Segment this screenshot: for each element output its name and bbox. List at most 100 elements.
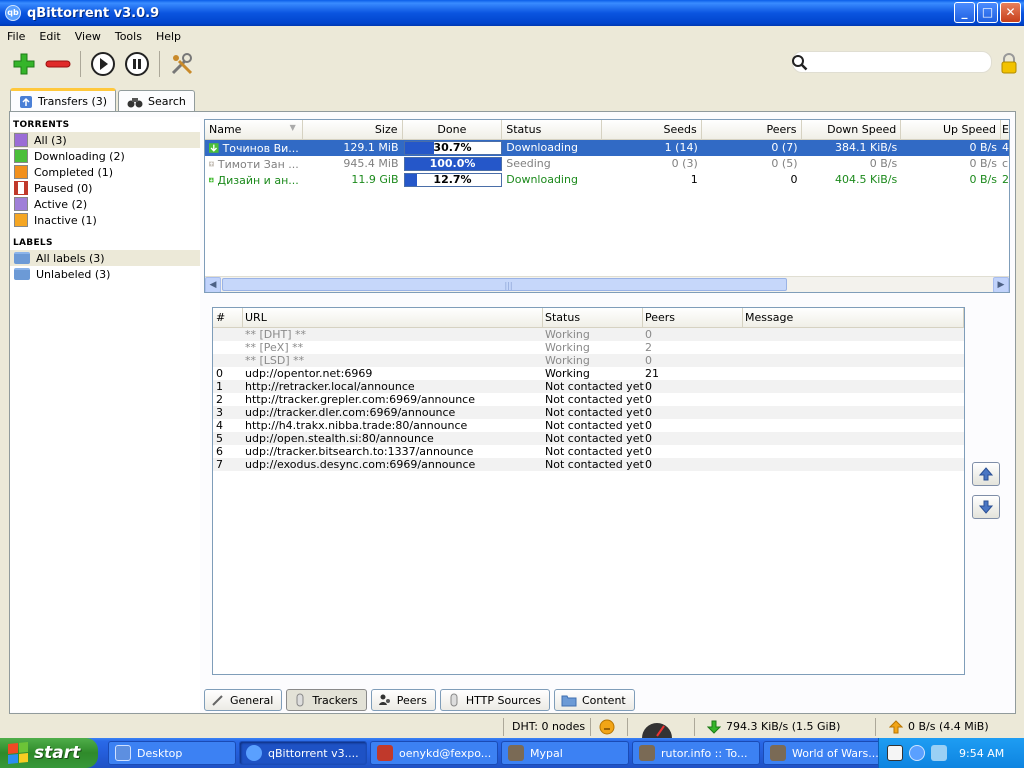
col-tracker-num[interactable]: # <box>213 308 243 327</box>
add-torrent-button[interactable] <box>10 50 38 78</box>
tracker-row[interactable]: 5 udp://open.stealth.si:80/announce Not co… <box>213 432 964 445</box>
torrent-size: 945.4 MiB <box>343 157 399 170</box>
col-tracker-message[interactable]: Message <box>743 308 964 327</box>
filter-active[interactable]: Active (2) <box>10 196 200 212</box>
filter-inactive[interactable]: Inactive (1) <box>10 212 200 228</box>
torrent-row[interactable]: Дизайн и ан... 11.9 GiB 12.7% Downloadin… <box>205 172 1009 188</box>
col-size[interactable]: Size <box>303 120 403 139</box>
tracker-num <box>213 341 243 354</box>
qbittorrent-tray-icon[interactable] <box>909 745 925 761</box>
tracker-row[interactable]: 4 http://h4.trakx.nibba.trade:80/announce… <box>213 419 964 432</box>
taskbar-item-qbittorrent[interactable]: qBittorrent v3.... <box>239 741 367 765</box>
clock[interactable]: 9:54 AM <box>959 747 1004 760</box>
qbittorrent-icon <box>246 745 262 761</box>
lock-icon[interactable] <box>1000 52 1018 74</box>
tracker-status: Not contacted yet <box>545 393 644 406</box>
tracker-row[interactable]: 2 http://tracker.grepler.com:6969/announc… <box>213 393 964 406</box>
tracker-status: Not contacted yet <box>545 380 644 393</box>
tracker-row[interactable]: 1 http://retracker.local/announce Not cont… <box>213 380 964 393</box>
keyboard-icon[interactable] <box>887 745 903 761</box>
menu-edit[interactable]: Edit <box>32 30 67 43</box>
scroll-left-button[interactable]: ◀ <box>205 277 221 292</box>
torrent-list-header: Name ▼ Size Done Status Seeds Peers Down … <box>205 120 1009 140</box>
taskbar-item-desktop[interactable]: Desktop <box>108 741 236 765</box>
tab-content[interactable]: Content <box>553 689 635 711</box>
tracker-url: udp://tracker.bitsearch.to:1337/announce <box>245 445 474 458</box>
pause-button[interactable] <box>123 50 151 78</box>
tracker-message <box>743 393 964 406</box>
tracker-row[interactable]: ** [LSD] ** Working 0 <box>213 354 964 367</box>
taskbar-item-filezilla[interactable]: oenykd@fexpo... <box>370 741 498 765</box>
tab-transfers[interactable]: Transfers (3) <box>10 88 117 112</box>
torrent-seeds: 1 <box>690 173 698 186</box>
connection-status-icon[interactable] <box>599 719 615 735</box>
tab-search[interactable]: Search <box>118 90 195 112</box>
col-eta[interactable]: E <box>1001 120 1009 139</box>
col-tracker-url[interactable]: URL <box>243 308 543 327</box>
torrent-peers: 0 (5) <box>771 157 798 170</box>
col-status[interactable]: Status <box>502 120 602 139</box>
tab-search-label: Search <box>148 95 186 108</box>
inactive-icon <box>14 213 28 227</box>
move-tracker-down-button[interactable] <box>972 495 1000 519</box>
filter-completed[interactable]: Completed (1) <box>10 164 200 180</box>
tracker-row[interactable]: 3 udp://tracker.dler.com:6969/announce Not… <box>213 406 964 419</box>
start-button[interactable]: start <box>0 738 98 768</box>
scrollbar-thumb[interactable]: ||| <box>222 278 787 291</box>
taskbar-item-world-of-wars[interactable]: World of Wars... <box>763 741 891 765</box>
options-button[interactable] <box>168 50 196 78</box>
maximize-button[interactable]: □ <box>977 2 998 23</box>
seeding-status-icon <box>209 161 214 167</box>
close-button[interactable]: ✕ <box>1000 2 1021 23</box>
tab-general[interactable]: General <box>204 689 283 711</box>
col-up-speed[interactable]: Up Speed <box>901 120 1001 139</box>
tab-trackers[interactable]: Trackers <box>286 689 367 711</box>
torrent-row[interactable]: Точинов Ви... 129.1 MiB 30.7% Downloadin… <box>205 140 1009 156</box>
mypal-icon <box>508 745 524 761</box>
tracker-row[interactable]: 7 udp://exodus.desync.com:6969/announce No… <box>213 458 964 471</box>
toolbar-separator <box>80 51 81 77</box>
horizontal-scrollbar[interactable]: ◀ ||| ▶ <box>205 276 1009 292</box>
tracker-status: Working <box>545 354 590 367</box>
label-unlabeled[interactable]: Unlabeled (3) <box>10 266 200 282</box>
toolbar-separator <box>159 51 160 77</box>
menu-tools[interactable]: Tools <box>108 30 149 43</box>
torrent-row[interactable]: Тимоти Зан ... 945.4 MiB 100.0% Seeding … <box>205 156 1009 172</box>
scroll-right-button[interactable]: ▶ <box>993 277 1009 292</box>
resume-button[interactable] <box>89 50 117 78</box>
filter-downloading[interactable]: Downloading (2) <box>10 148 200 164</box>
col-seeds[interactable]: Seeds <box>602 120 702 139</box>
tracker-status: Working <box>545 367 590 380</box>
play-icon <box>91 52 115 76</box>
tab-peers[interactable]: Peers <box>370 689 436 711</box>
tab-http-sources[interactable]: HTTP Sources <box>439 689 550 711</box>
tracker-row[interactable]: ** [DHT] ** Working 0 <box>213 328 964 341</box>
taskbar-item-mypal[interactable]: Mypal <box>501 741 629 765</box>
torrent-status: Downloading <box>506 173 578 186</box>
col-peers[interactable]: Peers <box>702 120 802 139</box>
tracker-row[interactable]: 6 udp://tracker.bitsearch.to:1337/announc… <box>213 445 964 458</box>
move-tracker-up-button[interactable] <box>972 462 1000 486</box>
search-input[interactable] <box>813 54 983 71</box>
col-done[interactable]: Done <box>403 120 503 139</box>
menu-help[interactable]: Help <box>149 30 188 43</box>
torrent-name: Точинов Ви... <box>222 141 299 155</box>
delete-torrent-button[interactable] <box>44 50 72 78</box>
tracker-url: ** [PeX] ** <box>245 341 304 354</box>
tracker-row[interactable]: 0 udp://opentor.net:6969 Working 21 <box>213 367 964 380</box>
minimize-button[interactable]: _ <box>954 2 975 23</box>
col-down-speed[interactable]: Down Speed <box>802 120 902 139</box>
tracker-message <box>743 354 964 367</box>
filter-paused[interactable]: Paused (0) <box>10 180 200 196</box>
col-tracker-peers[interactable]: Peers <box>643 308 743 327</box>
speed-limit-icon[interactable] <box>640 718 674 738</box>
col-tracker-status[interactable]: Status <box>543 308 643 327</box>
menu-view[interactable]: View <box>68 30 108 43</box>
label-all[interactable]: All labels (3) <box>10 250 200 266</box>
menu-file[interactable]: File <box>0 30 32 43</box>
filter-all[interactable]: All (3) <box>10 132 200 148</box>
taskbar-item-rutor[interactable]: rutor.info :: To... <box>632 741 760 765</box>
tracker-row[interactable]: ** [PeX] ** Working 2 <box>213 341 964 354</box>
network-icon[interactable] <box>931 745 947 761</box>
col-name[interactable]: Name ▼ <box>205 120 303 139</box>
